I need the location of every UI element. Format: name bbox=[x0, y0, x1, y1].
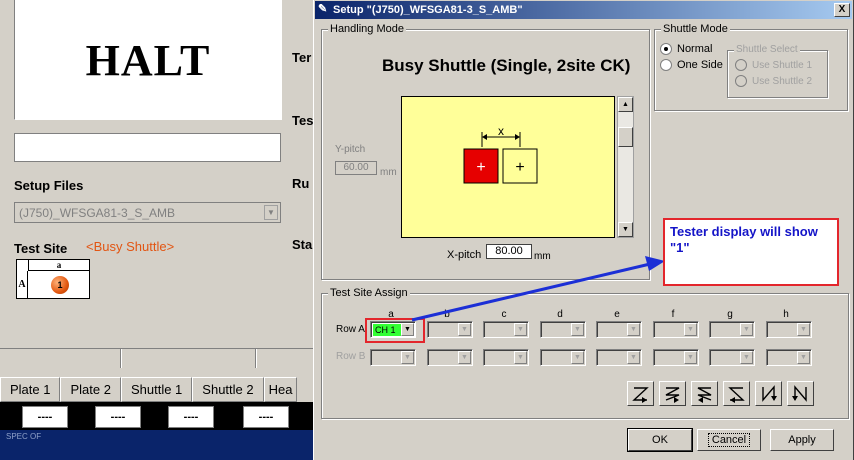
annotation-text: Tester display will show "1" bbox=[670, 224, 818, 255]
annotation-callout: Tester display will show "1" bbox=[663, 218, 839, 286]
